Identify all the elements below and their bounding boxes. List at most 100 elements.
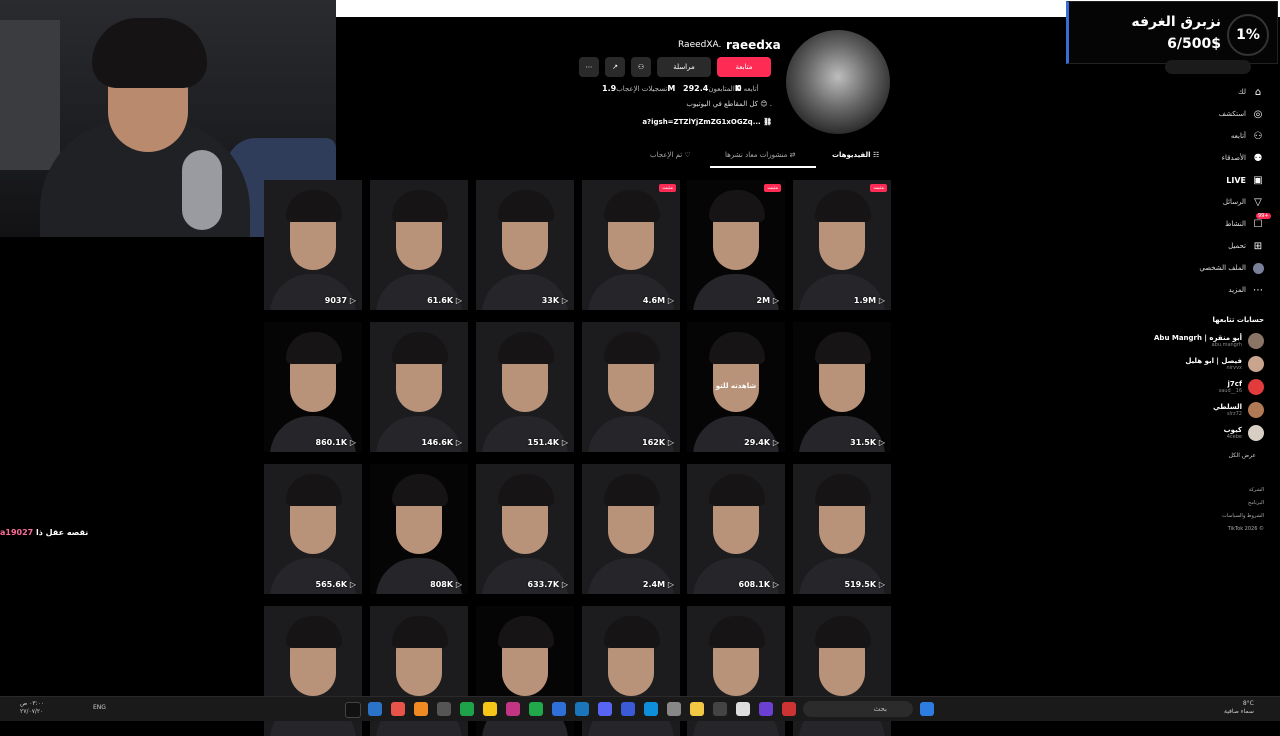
view-count: 151.4K ▷ (528, 438, 568, 447)
clock[interactable]: ٠٣:٠٠ ص ٢٧/٠٧/٢٠ (20, 700, 44, 716)
see-all-link[interactable]: عرض الكل (1229, 452, 1256, 459)
teams-icon[interactable] (621, 702, 635, 716)
tab-liked[interactable]: تم الإعجاب ♡ (650, 151, 691, 159)
repost-icon: ⇄ (789, 151, 796, 159)
goal-value: 6/500$ (1167, 36, 1221, 52)
messages-icon: ▽ (1254, 196, 1262, 208)
sidebar-item-following[interactable]: أتابعه ⚇ (1231, 130, 1264, 142)
video-thumbnail[interactable]: مثبت 2M ▷ (687, 180, 785, 310)
video-thumbnail[interactable]: 808K ▷ (370, 464, 468, 594)
xbox-icon[interactable] (460, 702, 474, 716)
avatar (1248, 402, 1264, 418)
view-count-value: 808K (430, 580, 454, 589)
view-count-value: 4.6M (642, 296, 666, 305)
footer-link[interactable]: الشروط والسياسات (1222, 510, 1264, 523)
weather-widget[interactable]: 8°C سماء صافية (1224, 700, 1254, 716)
app-icon[interactable] (552, 702, 566, 716)
more-icon: ⋯ (1253, 284, 1263, 296)
steam-icon[interactable] (575, 702, 589, 716)
video-thumbnail[interactable]: 162K ▷ (582, 322, 680, 452)
thumbnail-art (815, 474, 871, 506)
video-thumbnail[interactable]: 146.6K ▷ (370, 322, 468, 452)
browser-icon[interactable] (391, 702, 405, 716)
following-account[interactable]: كيوب 4cebe (1224, 425, 1264, 441)
tiktok-icon[interactable] (345, 702, 361, 718)
tab-videos[interactable]: الفيديوهات ☷ (832, 151, 879, 159)
pinned-badge: مثبت (870, 184, 887, 192)
footer-link[interactable]: البرنامج (1222, 497, 1264, 510)
start-icon[interactable] (920, 702, 934, 716)
video-thumbnail[interactable]: 151.4K ▷ (476, 322, 574, 452)
sidebar-item-label: لك (1237, 88, 1246, 96)
sidebar-item-label: LIVE (1226, 175, 1246, 185)
following-handle: saud__16 (1218, 388, 1242, 394)
video-thumbnail[interactable]: 633.7K ▷ (476, 464, 574, 594)
video-thumbnail[interactable]: 565.6K ▷ (264, 464, 362, 594)
video-thumbnail[interactable]: 33K ▷ (476, 180, 574, 310)
app-icon[interactable] (368, 702, 382, 716)
avatar (1248, 425, 1264, 441)
edge-icon[interactable] (644, 702, 658, 716)
sidebar-item-more[interactable]: المزيد ⋯ (1228, 284, 1264, 296)
thumbnail-art (604, 190, 660, 222)
language-indicator[interactable]: ENG (93, 704, 106, 711)
add-friend-icon[interactable]: ⚇ (631, 57, 651, 77)
share-icon[interactable]: ↗ (605, 57, 625, 77)
app-icon[interactable] (782, 702, 796, 716)
grid-icon: ☷ (872, 151, 880, 159)
following-icon: ⚇ (1253, 130, 1263, 142)
video-thumbnail[interactable]: 608.1K ▷ (687, 464, 785, 594)
video-thumbnail[interactable]: 860.1K ▷ (264, 322, 362, 452)
chrome-icon[interactable] (483, 702, 497, 716)
sidebar-item-label: الملف الشخصي (1199, 264, 1246, 272)
sidebar-item-foryou[interactable]: لك ⌂ (1238, 86, 1264, 98)
instagram-icon[interactable] (506, 702, 520, 716)
video-thumbnail[interactable]: 519.5K ▷ (793, 464, 891, 594)
following-account[interactable]: السلطي slrz72 (1213, 402, 1264, 418)
profile-link[interactable]: a?igsh=ZTZlYjZmZG1xOGZq... ⛓ (640, 118, 772, 126)
thumbnail-art (286, 616, 342, 648)
thumbnail-art (815, 332, 871, 364)
following-account[interactable]: فيصل | ابو هليل nirvvx (1185, 356, 1264, 372)
follow-button[interactable]: متابعة (717, 57, 771, 77)
taskbar-search[interactable]: بحث (803, 701, 913, 717)
following-account[interactable]: Abu Mangrh | أبو منقره abu.mangrh (1154, 333, 1264, 349)
app-icon[interactable] (759, 702, 773, 716)
app-icon[interactable] (437, 702, 451, 716)
app-icon[interactable] (713, 702, 727, 716)
following-name: السلطي (1213, 403, 1242, 411)
following-account[interactable]: j7cf saud__16 (1219, 379, 1264, 395)
view-count: 860.1K ▷ (316, 438, 356, 447)
sidebar-item-profile[interactable]: الملف الشخصي (1199, 262, 1264, 274)
play-icon: ▷ (559, 580, 568, 589)
video-thumbnail[interactable]: مثبت 1.9M ▷ (793, 180, 891, 310)
more-options-icon[interactable]: ⋯ (579, 57, 599, 77)
app-icon[interactable] (529, 702, 543, 716)
video-thumbnail[interactable]: 31.5K ▷ (793, 322, 891, 452)
firefox-icon[interactable] (414, 702, 428, 716)
thumbnail-art (498, 332, 554, 364)
video-thumbnail[interactable]: 9037 ▷ (264, 180, 362, 310)
video-thumbnail[interactable]: مثبت 4.6M ▷ (582, 180, 680, 310)
video-thumbnail[interactable]: 61.6K ▷ (370, 180, 468, 310)
sidebar-item-live[interactable]: LIVE ▣ (1226, 174, 1264, 186)
footer-link[interactable]: الشركة (1222, 484, 1264, 497)
activity-icon: ☐ 99+ (1253, 213, 1271, 230)
thumbnail-art (498, 616, 554, 648)
message-button[interactable]: مراسلة (657, 57, 711, 77)
search-input[interactable] (1165, 60, 1251, 74)
video-thumbnail[interactable]: 2.4M ▷ (582, 464, 680, 594)
view-count: 33K ▷ (542, 296, 568, 305)
sidebar-item-messages[interactable]: الرسائل ▽ (1223, 196, 1264, 208)
tab-reposts[interactable]: منشورات معاد نشرها ⇄ (725, 151, 795, 159)
app-icon[interactable] (667, 702, 681, 716)
stream-goal-widget: 1% نزبرق الغرفه 6/500$ (1066, 1, 1278, 64)
discord-icon[interactable] (598, 702, 612, 716)
sidebar-item-explore[interactable]: استكشف ◎ (1219, 108, 1264, 120)
folder-icon[interactable] (690, 702, 704, 716)
sidebar-item-upload[interactable]: تحميل ⊞ (1228, 240, 1264, 252)
app-icon[interactable] (736, 702, 750, 716)
sidebar-item-friends[interactable]: الأصدقاء ⚉ (1222, 152, 1264, 164)
video-thumbnail[interactable]: شاهدته للتو 29.4K ▷ (687, 322, 785, 452)
sidebar-item-activity[interactable]: النشاط ☐ 99+ (1225, 213, 1271, 230)
